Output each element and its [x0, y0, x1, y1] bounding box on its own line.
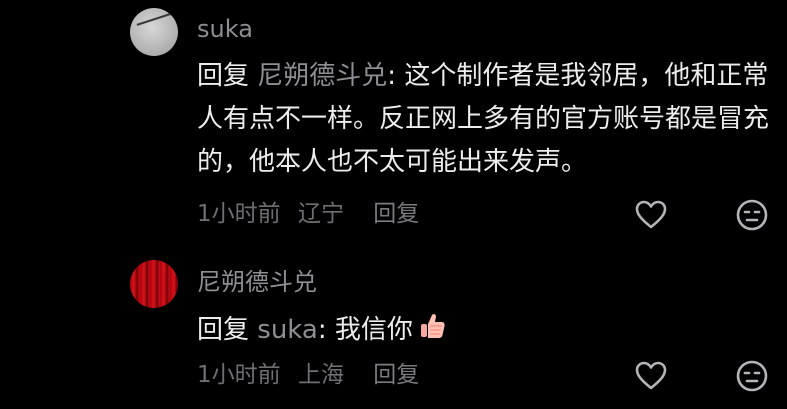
- unhappy-face-icon[interactable]: [735, 359, 769, 393]
- comment-meta: 1小时前 上海 回复: [197, 364, 429, 387]
- thumbs-up-emoji-icon: [417, 311, 447, 355]
- comment-text[interactable]: 回复 尼朔德斗兑: 这个制作者是我邻居，他和正常人有点不一样。反正网上多有的官方…: [197, 55, 772, 184]
- heart-icon[interactable]: [634, 198, 668, 232]
- comment-time: 1小时前: [197, 201, 281, 227]
- user-avatar-icon[interactable]: [130, 8, 178, 56]
- reply-prefix: 回复: [197, 315, 250, 345]
- unhappy-face-icon[interactable]: [735, 198, 769, 232]
- comment-time: 1小时前: [197, 362, 281, 388]
- heart-icon[interactable]: [634, 359, 668, 393]
- comment-item: 尼朔德斗兑 回复 suka: 我信你 1小时前 上海 回复: [0, 245, 787, 409]
- reply-button[interactable]: 回复: [373, 362, 419, 388]
- comment-username[interactable]: suka: [197, 17, 253, 41]
- red-curtain-avatar-icon[interactable]: [130, 260, 178, 308]
- comment-location: 上海: [297, 362, 344, 388]
- comment-meta: 1小时前 辽宁 回复: [197, 203, 429, 226]
- separator: :: [387, 61, 405, 91]
- mention-user[interactable]: 尼朔德斗兑: [257, 61, 387, 91]
- comment-content: 我信你: [334, 315, 413, 345]
- mention-user[interactable]: suka: [257, 315, 318, 345]
- comment-username[interactable]: 尼朔德斗兑: [197, 270, 317, 294]
- comment-text[interactable]: 回复 suka: 我信你: [197, 309, 772, 355]
- separator: :: [317, 315, 335, 345]
- comment-item: suka 回复 尼朔德斗兑: 这个制作者是我邻居，他和正常人有点不一样。反正网上…: [0, 0, 787, 245]
- comment-location: 辽宁: [297, 201, 344, 227]
- reply-button[interactable]: 回复: [373, 201, 419, 227]
- reply-prefix: 回复: [197, 61, 250, 91]
